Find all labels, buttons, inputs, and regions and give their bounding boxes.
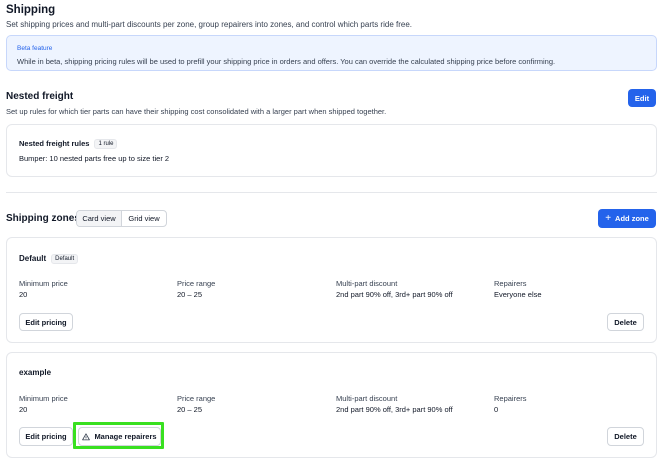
view-toggle: Card view Grid view <box>76 210 167 227</box>
grid-view-tab[interactable]: Grid view <box>122 211 166 226</box>
price-range-label: Price range <box>177 279 216 288</box>
beta-notice-text: While in beta, shipping pricing rules wi… <box>17 57 556 66</box>
nested-freight-subtitle: Set up rules for which tier parts can ha… <box>6 107 387 116</box>
repairers-label: Repairers <box>494 279 527 288</box>
nested-freight-rules-title: Nested freight rules 1 rule <box>19 139 118 149</box>
multi-part-discount-value: 2nd part 90% off, 3rd+ part 90% off <box>336 405 453 414</box>
page-subtitle: Set shipping prices and multi-part disco… <box>6 20 412 29</box>
nested-freight-rules-card: Nested freight rules 1 rule Bumper: 10 ne… <box>6 124 657 177</box>
zone-card-default: Default Default Minimum price Price range… <box>6 237 657 343</box>
card-view-tab[interactable]: Card view <box>77 211 122 226</box>
shipping-zones-title: Shipping zones <box>6 213 80 224</box>
minimum-price-label: Minimum price <box>19 279 68 288</box>
price-range-value: 20 – 25 <box>177 290 203 299</box>
beta-notice-title: Beta feature <box>17 45 53 52</box>
default-badge: Default <box>51 254 79 264</box>
multi-part-discount-label: Multi-part discount <box>336 394 398 403</box>
add-zone-button[interactable]: + Add zone <box>598 209 656 228</box>
minimum-price-value: 20 <box>19 290 28 299</box>
repairers-value: 0 <box>494 405 499 414</box>
minimum-price-value: 20 <box>19 405 28 414</box>
beta-notice: Beta feature While in beta, shipping pri… <box>6 35 657 71</box>
repairers-label: Repairers <box>494 394 527 403</box>
price-range-label: Price range <box>177 394 216 403</box>
multi-part-discount-label: Multi-part discount <box>336 279 398 288</box>
repairers-value: Everyone else <box>494 290 542 299</box>
zone-name: example <box>19 368 52 377</box>
zone-name-text: Default <box>19 254 47 263</box>
nested-freight-rules-label: Nested freight rules <box>19 139 90 148</box>
plus-icon: + <box>605 212 612 224</box>
nested-freight-rule-line: Bumper: 10 nested parts free up to size … <box>19 154 170 163</box>
nested-freight-title: Nested freight <box>6 91 74 102</box>
delete-button[interactable]: Delete <box>607 427 644 446</box>
section-divider <box>6 192 657 193</box>
edit-pricing-button[interactable]: Edit pricing <box>19 427 73 446</box>
edit-pricing-button[interactable]: Edit pricing <box>19 313 73 331</box>
nested-freight-edit-button[interactable]: Edit <box>628 89 656 107</box>
add-zone-label: Add zone <box>615 214 649 223</box>
zone-name: Default Default <box>19 254 79 264</box>
price-range-value: 20 – 25 <box>177 405 203 414</box>
rule-count-badge: 1 rule <box>94 139 118 149</box>
delete-button[interactable]: Delete <box>607 313 644 331</box>
highlight-box <box>73 422 164 449</box>
minimum-price-label: Minimum price <box>19 394 68 403</box>
page-title: Shipping <box>6 4 56 16</box>
multi-part-discount-value: 2nd part 90% off, 3rd+ part 90% off <box>336 290 453 299</box>
